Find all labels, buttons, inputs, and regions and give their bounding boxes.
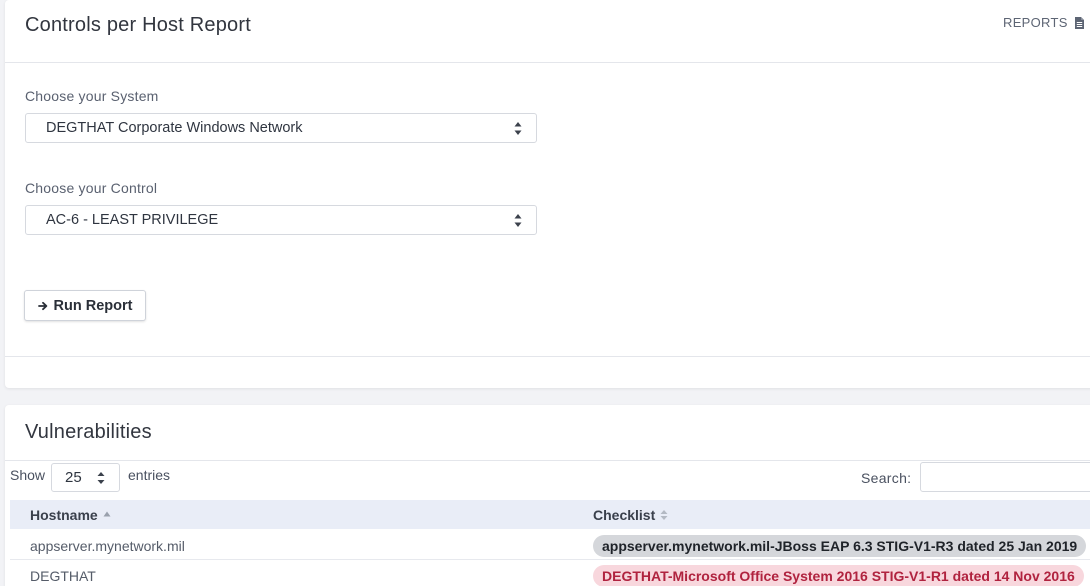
control-label: Choose your Control: [25, 180, 158, 196]
column-checklist[interactable]: Checklist: [593, 507, 668, 523]
system-select[interactable]: DEGTHAT Corporate Windows Network: [25, 113, 537, 143]
vulnerabilities-card: Vulnerabilities Show 25 entries Search: …: [5, 405, 1090, 586]
sort-arrows-icon: [514, 122, 522, 135]
page-length-value: 25: [65, 469, 82, 486]
hostname-cell: appserver.mynetwork.mil: [30, 538, 185, 554]
search-input[interactable]: [920, 462, 1090, 492]
page-length-select[interactable]: 25: [51, 463, 120, 492]
sort-arrows-icon: [97, 472, 105, 484]
checklist-badge[interactable]: DEGTHAT-Microsoft Office System 2016 STI…: [593, 565, 1084, 586]
sort-up-icon: [103, 511, 111, 517]
page-title: Controls per Host Report: [25, 14, 252, 36]
checklist-badge[interactable]: appserver.mynetwork.mil-JBoss EAP 6.3 ST…: [593, 535, 1087, 557]
reports-link-label: REPORTS: [1003, 15, 1068, 30]
table-row[interactable]: appserver.mynetwork.mil appserver.mynetw…: [10, 530, 1090, 560]
run-report-button[interactable]: Run Report: [24, 290, 146, 321]
reports-link[interactable]: REPORTS: [1003, 15, 1084, 30]
table-header: Hostname Checklist: [10, 500, 1090, 529]
system-select-value: DEGTHAT Corporate Windows Network: [46, 120, 303, 136]
table-row[interactable]: DEGTHAT DEGTHAT-Microsoft Office System …: [10, 560, 1090, 586]
arrow-right-icon: [37, 301, 47, 310]
system-label: Choose your System: [25, 88, 159, 104]
control-select[interactable]: AC-6 - LEAST PRIVILEGE: [25, 205, 537, 235]
footer-divider: [5, 356, 1090, 357]
sort-both-icon: [660, 510, 668, 520]
hostname-cell: DEGTHAT: [30, 568, 96, 584]
column-hostname-label: Hostname: [30, 507, 98, 523]
run-report-label: Run Report: [53, 297, 133, 314]
search-label: Search:: [861, 470, 912, 486]
vulnerabilities-divider: [5, 460, 1090, 461]
header-divider: [5, 62, 1090, 63]
report-card: Controls per Host Report REPORTS Choose …: [5, 0, 1090, 388]
document-icon: [1074, 16, 1084, 29]
sort-arrows-icon: [514, 214, 522, 227]
vulnerabilities-title: Vulnerabilities: [25, 421, 152, 443]
entries-label: entries: [128, 467, 171, 483]
column-checklist-label: Checklist: [593, 507, 656, 523]
column-hostname[interactable]: Hostname: [30, 507, 111, 523]
show-label: Show: [10, 467, 46, 483]
control-select-value: AC-6 - LEAST PRIVILEGE: [46, 212, 219, 228]
